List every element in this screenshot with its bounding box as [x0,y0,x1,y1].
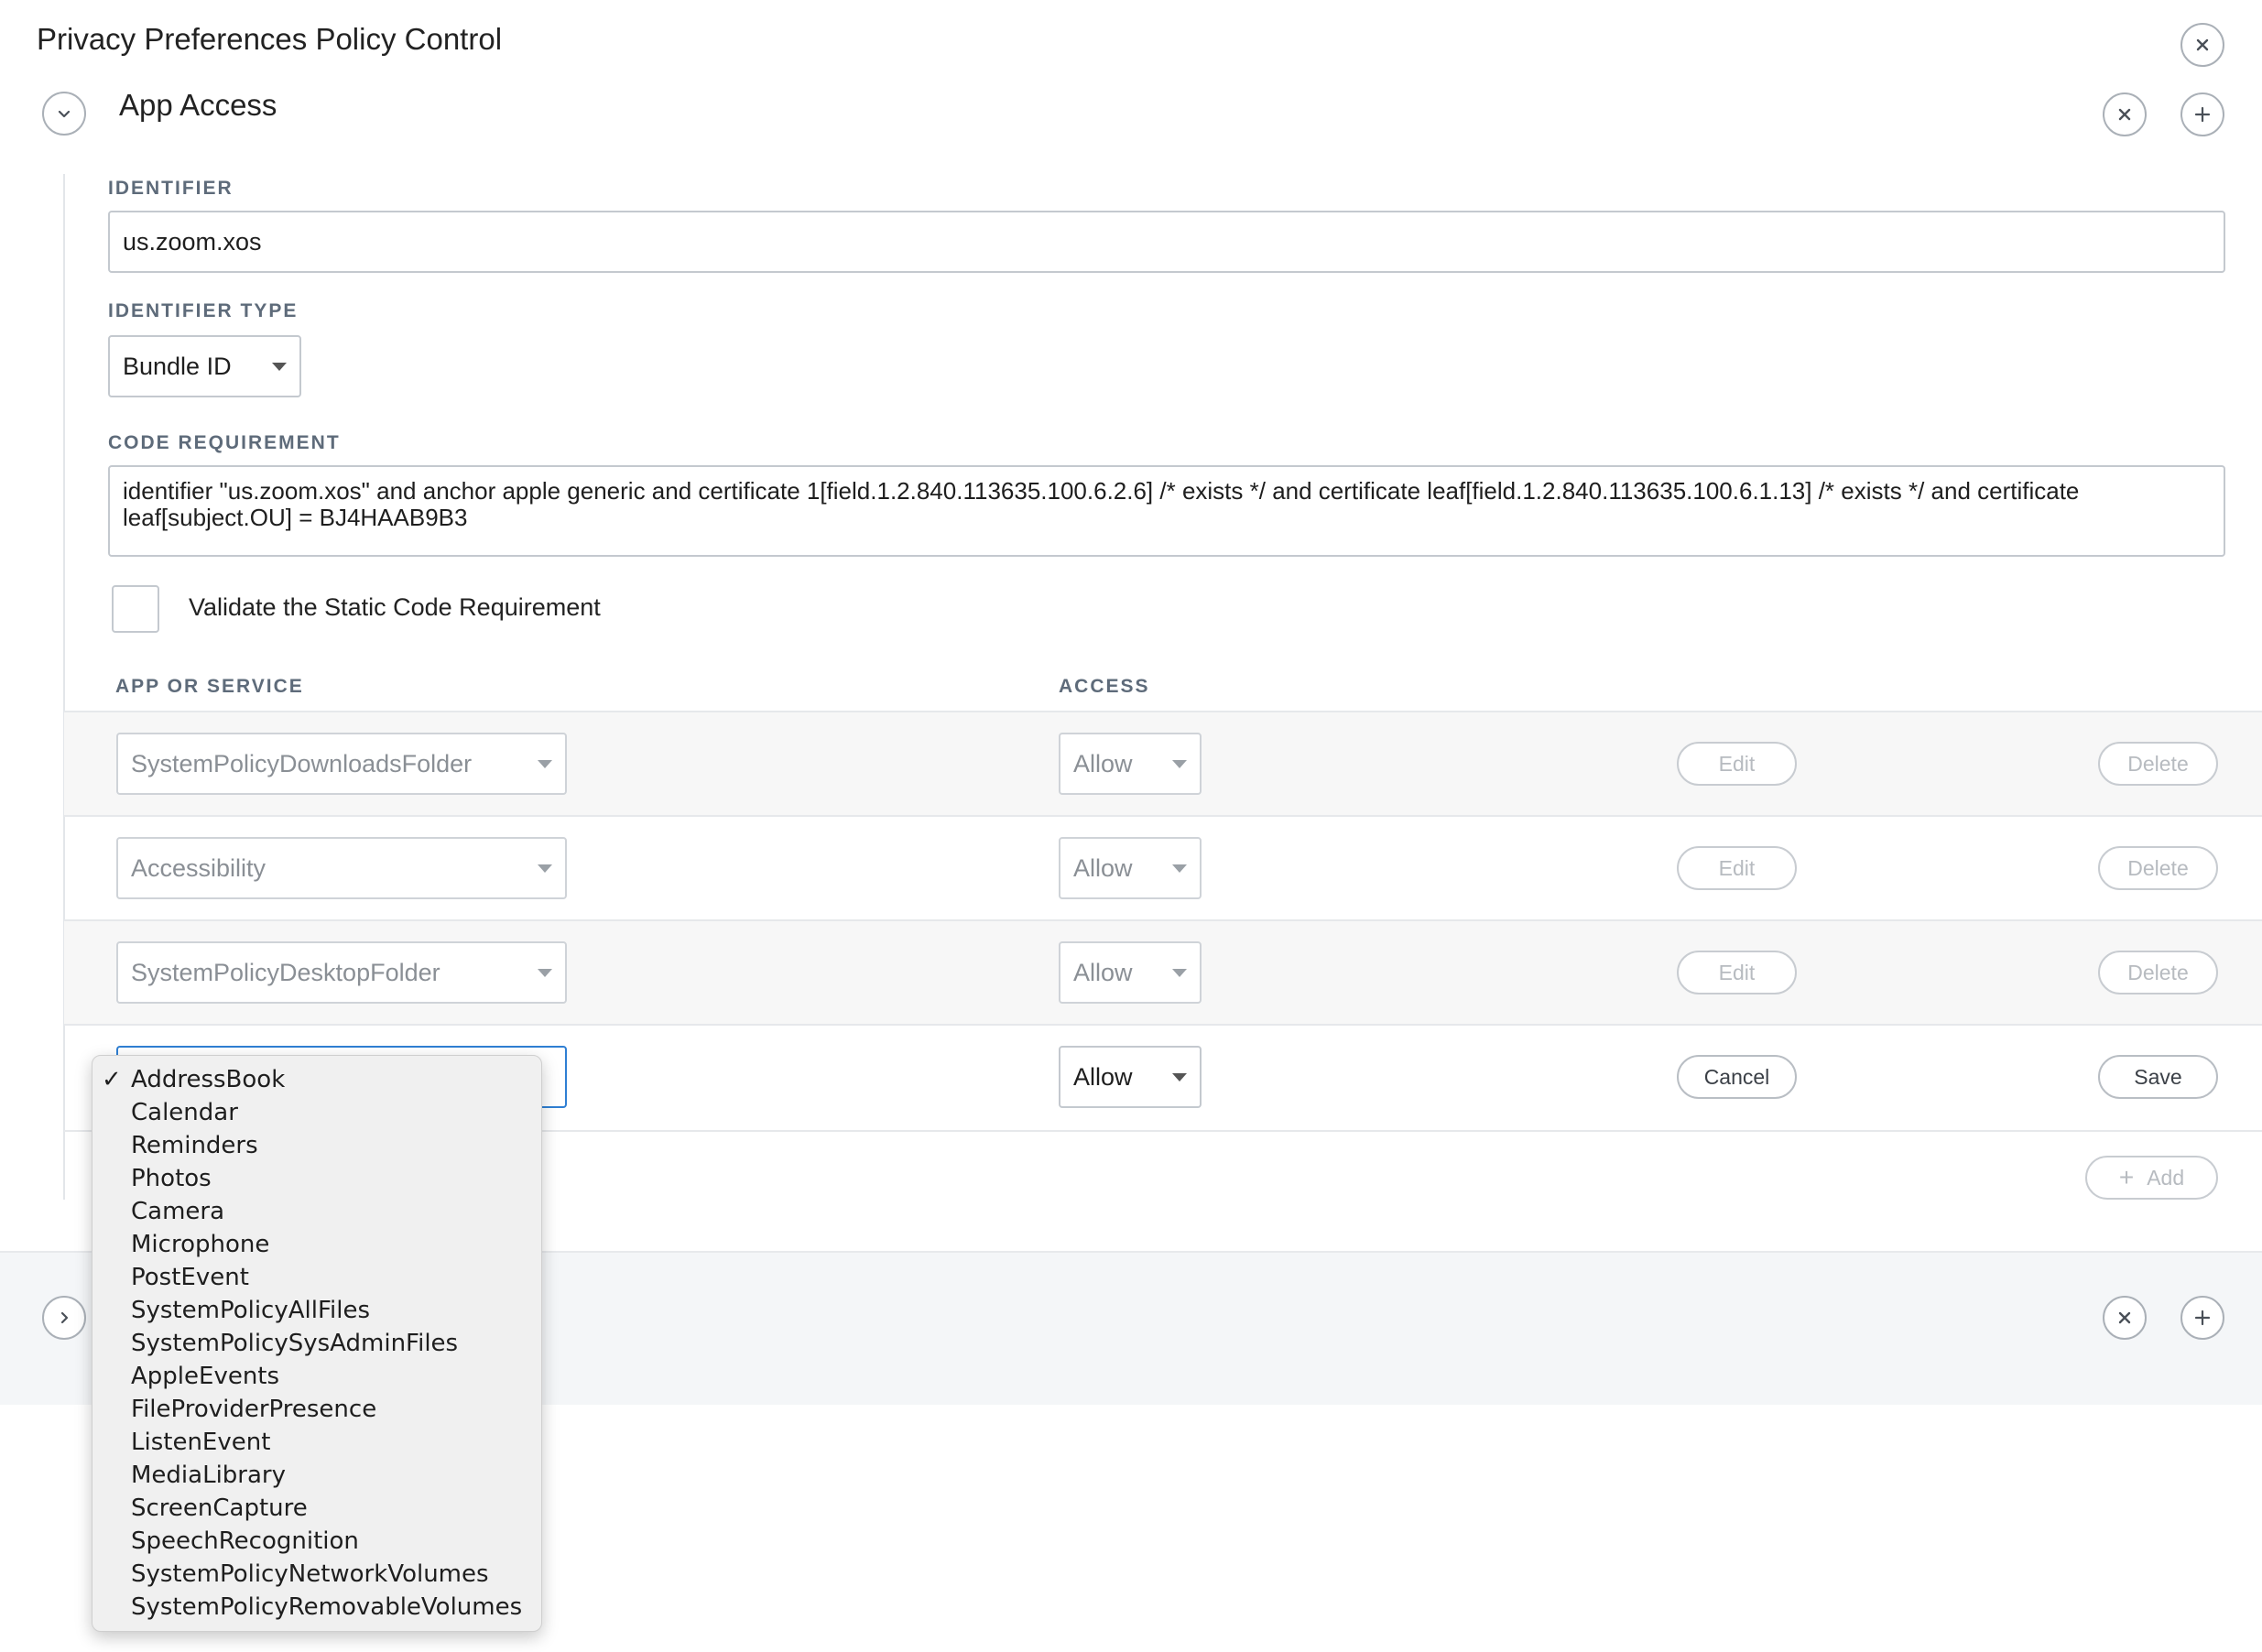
caret-down-icon [1172,864,1187,873]
plus-icon: + [2118,1163,2135,1191]
edit-button[interactable]: Edit [1677,846,1797,890]
dropdown-option[interactable]: SystemPolicySysAdminFiles [92,1327,541,1360]
dropdown-option[interactable]: Photos [92,1162,541,1195]
chevron-down-icon [58,110,71,118]
dropdown-option[interactable]: AppleEvents [92,1360,541,1393]
option-label: SystemPolicyNetworkVolumes [131,1560,489,1588]
service-select[interactable]: SystemPolicyDownloadsFolder [116,733,567,795]
delete-button[interactable]: Delete [2098,951,2218,994]
dropdown-option[interactable]: SystemPolicyNetworkVolumes [92,1558,541,1591]
option-label: SystemPolicyRemovableVolumes [131,1593,523,1621]
caret-down-icon [1172,968,1187,977]
service-value: SystemPolicyDownloadsFolder [131,749,473,777]
option-label: AddressBook [131,1066,286,1093]
column-header-access: ACCESS [1059,676,1150,697]
service-select[interactable]: SystemPolicyDesktopFolder [116,941,567,1004]
access-value: Allow [1073,853,1133,882]
service-value: SystemPolicyDesktopFolder [131,958,440,986]
caret-down-icon [1172,1072,1187,1081]
option-label: MediaLibrary [131,1462,286,1489]
option-label: Calendar [131,1099,238,1126]
option-label: FileProviderPresence [131,1396,377,1423]
option-label: SpeechRecognition [131,1527,359,1555]
caret-down-icon [538,759,552,768]
dropdown-option[interactable]: Calendar [92,1096,541,1129]
close-payload-button[interactable] [2180,23,2224,67]
close-icon [2118,1311,2131,1324]
option-label: PostEvent [131,1264,249,1291]
caret-down-icon [272,362,287,371]
service-dropdown-menu: ✓ AddressBook Calendar Reminders Photos … [92,1055,542,1632]
option-label: Photos [131,1165,212,1192]
dropdown-option[interactable]: Microphone [92,1228,541,1261]
option-label: Camera [131,1198,225,1225]
close-icon [2118,108,2131,121]
identifier-label: IDENTIFIER [108,178,234,199]
option-label: SystemPolicyAllFiles [131,1297,371,1324]
option-label: SystemPolicySysAdminFiles [131,1330,459,1357]
identifier-type-value: Bundle ID [123,352,232,380]
access-value: Allow [1073,1062,1133,1091]
option-label: AppleEvents [131,1363,280,1390]
chevron-right-icon [60,1311,69,1324]
access-select[interactable]: Allow [1059,1046,1202,1108]
option-label: ScreenCapture [131,1494,308,1522]
identifier-value: us.zoom.xos [123,227,262,255]
dropdown-option[interactable]: Camera [92,1195,541,1228]
code-requirement-value: identifier "us.zoom.xos" and anchor appl… [123,477,2080,531]
checkmark-icon: ✓ [102,1066,122,1093]
service-value: Accessibility [131,853,266,882]
remove-section-button[interactable] [2103,1296,2147,1340]
add-row-button[interactable]: + Add [2085,1156,2218,1200]
access-select[interactable]: Allow [1059,733,1202,795]
save-button[interactable]: Save [2098,1055,2218,1099]
caret-down-icon [1172,759,1187,768]
caret-down-icon [538,864,552,873]
plus-icon [2194,106,2211,123]
dropdown-option[interactable]: MediaLibrary [92,1459,541,1492]
access-value: Allow [1073,749,1133,777]
identifier-input[interactable]: us.zoom.xos [108,211,2225,273]
collapse-section-button[interactable] [42,92,86,136]
validate-checkbox[interactable] [112,585,159,633]
dropdown-option[interactable]: PostEvent [92,1261,541,1294]
close-icon [2196,38,2209,51]
access-select[interactable]: Allow [1059,941,1202,1004]
delete-button[interactable]: Delete [2098,846,2218,890]
dropdown-option[interactable]: SystemPolicyAllFiles [92,1294,541,1327]
add-section-button[interactable] [2180,1296,2224,1340]
validate-label: Validate the Static Code Requirement [189,593,601,621]
dropdown-option[interactable]: ListenEvent [92,1426,541,1459]
add-label: Add [2147,1165,2185,1190]
cancel-button[interactable]: Cancel [1677,1055,1797,1099]
page-title: Privacy Preferences Policy Control [37,22,503,56]
plus-icon [2194,1310,2211,1326]
access-value: Allow [1073,958,1133,986]
identifier-type-label: IDENTIFIER TYPE [108,300,299,321]
section-title: App Access [119,88,277,122]
edit-button[interactable]: Edit [1677,951,1797,994]
dropdown-option[interactable]: Reminders [92,1129,541,1162]
delete-button[interactable]: Delete [2098,742,2218,786]
option-label: ListenEvent [131,1429,271,1456]
caret-down-icon [538,968,552,977]
dropdown-option[interactable]: SystemPolicyRemovableVolumes [92,1591,541,1624]
identifier-type-select[interactable]: Bundle ID [108,335,301,397]
code-requirement-input[interactable]: identifier "us.zoom.xos" and anchor appl… [108,465,2225,557]
option-label: Reminders [131,1132,258,1159]
option-label: Microphone [131,1231,270,1258]
add-section-button[interactable] [2180,92,2224,136]
dropdown-option[interactable]: ✓ AddressBook [92,1063,541,1096]
expand-section-button[interactable] [42,1296,86,1340]
access-select[interactable]: Allow [1059,837,1202,899]
dropdown-option[interactable]: FileProviderPresence [92,1393,541,1426]
dropdown-option[interactable]: SpeechRecognition [92,1525,541,1558]
dropdown-option[interactable]: ScreenCapture [92,1492,541,1525]
code-requirement-label: CODE REQUIREMENT [108,432,341,453]
edit-button[interactable]: Edit [1677,742,1797,786]
service-select[interactable]: Accessibility [116,837,567,899]
column-header-service: APP OR SERVICE [115,676,304,697]
remove-section-button[interactable] [2103,92,2147,136]
